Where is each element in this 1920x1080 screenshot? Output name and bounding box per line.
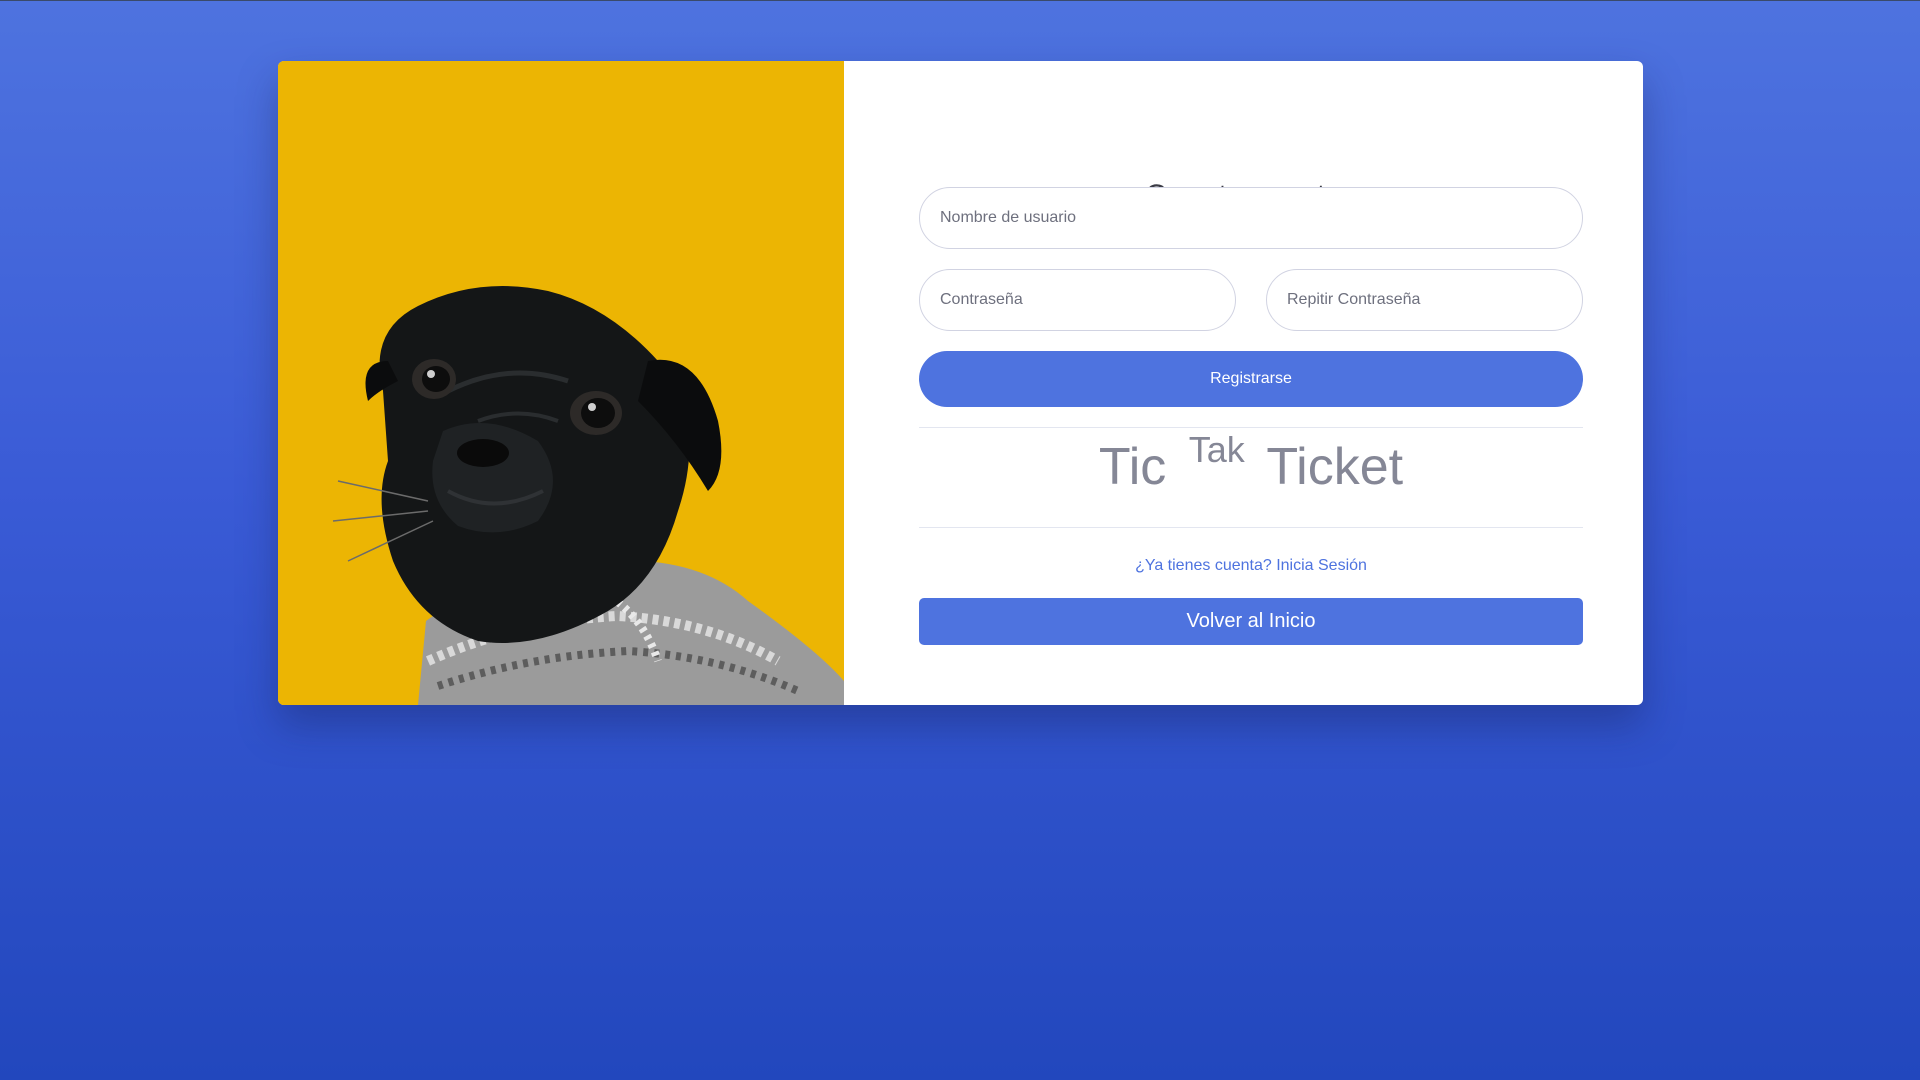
brand-part-3: Ticket (1266, 438, 1404, 496)
register-card: Crea tu cuenta Registrarse Tic Tak Ticke… (278, 61, 1643, 705)
password-input[interactable] (919, 269, 1236, 331)
back-home-button[interactable]: Volver al Inicio (919, 598, 1583, 645)
repeat-password-input[interactable] (1266, 269, 1583, 331)
register-form: Crea tu cuenta Registrarse Tic Tak Ticke… (844, 61, 1643, 705)
divider-top (919, 427, 1583, 428)
register-button[interactable]: Registrarse (919, 351, 1583, 407)
top-border (0, 0, 1920, 1)
brand-part-1: Tic (1098, 438, 1167, 496)
brand-logo: Tic Tak Ticket (919, 432, 1583, 496)
divider-bottom (919, 527, 1583, 528)
brand-part-2: Tak (1188, 429, 1245, 470)
username-input[interactable] (919, 187, 1583, 249)
pug-illustration (278, 61, 844, 705)
pug-photo (278, 61, 844, 705)
login-link[interactable]: ¿Ya tienes cuenta? Inicia Sesión (919, 557, 1583, 575)
